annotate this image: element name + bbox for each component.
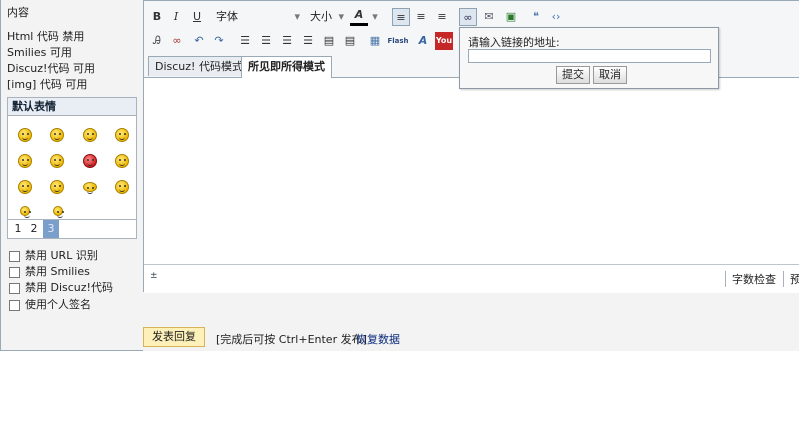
size-select[interactable]: 大小 ▾ <box>310 8 346 26</box>
checkbox-box[interactable] <box>9 266 20 278</box>
float-left-icon[interactable]: ▤ <box>320 32 338 50</box>
flash-button[interactable]: Flash <box>387 32 409 50</box>
remove-format-icon[interactable]: Ꭿ <box>148 32 166 50</box>
ctrl-enter-hint: [完成后可按 Ctrl+Enter 发布] <box>216 333 367 346</box>
resize-handle-icon[interactable]: ± <box>150 271 158 281</box>
word-count-button[interactable]: 字数检查 <box>725 271 776 287</box>
content-label: 内容 <box>7 6 29 19</box>
align-left-button[interactable]: ≡ <box>392 8 410 26</box>
unordered-list-icon[interactable]: ☰ <box>257 32 275 50</box>
link-url-label: 请输入链接的地址: <box>468 36 560 49</box>
chevron-down-icon: ▾ <box>294 10 300 23</box>
angry-smile-icon[interactable] <box>83 154 97 168</box>
link-popup: 请输入链接的地址: 提交 取消 <box>459 27 719 89</box>
align-center-button[interactable]: ≡ <box>412 8 430 26</box>
outdent-icon[interactable]: ☰ <box>278 32 296 50</box>
left-column: 内容 Html 代码 禁用 Smilies 可用 Discuz!代码 可用 [i… <box>1 0 141 320</box>
post-reply-button[interactable]: 发表回复 <box>143 327 205 347</box>
italic-button[interactable]: I <box>167 8 185 26</box>
undo-icon[interactable]: ↶ <box>190 32 208 50</box>
editor-textarea[interactable] <box>144 78 799 264</box>
tab-wysiwyg[interactable]: 所见即所得模式 <box>241 56 332 78</box>
link-icon[interactable]: ∞ <box>459 8 477 26</box>
bold-button[interactable]: B <box>148 8 166 26</box>
text-style-icon[interactable]: A <box>414 32 432 50</box>
smilies-status: Smilies 可用 <box>7 46 72 59</box>
html-code-status: Html 代码 禁用 <box>7 30 85 43</box>
use-signature-checkbox[interactable]: 使用个人签名 <box>9 296 91 312</box>
table-icon[interactable]: ▦ <box>366 32 384 50</box>
editor-statusbar: ± 字数检查 预 <box>144 264 799 293</box>
redo-icon[interactable]: ↷ <box>210 32 228 50</box>
checkbox-label: 禁用 Smilies <box>25 265 90 278</box>
restore-data-link[interactable]: 恢复数据 <box>356 331 400 347</box>
font-select-value: 字体 <box>216 10 238 23</box>
shock-smile-icon[interactable] <box>18 180 32 194</box>
checkbox-box[interactable] <box>9 250 20 262</box>
discuz-code-status: Discuz!代码 可用 <box>7 62 95 75</box>
small-smile-icon[interactable] <box>20 206 30 218</box>
cool-smile-icon[interactable] <box>50 128 64 142</box>
disable-url-checkbox[interactable]: 禁用 URL 识别 <box>9 247 98 263</box>
tab-discuz-code[interactable]: Discuz! 代码模式 <box>148 56 250 76</box>
page-3-link[interactable]: 3 <box>43 220 59 238</box>
nerd-smile-icon[interactable] <box>115 128 129 142</box>
checkbox-box[interactable] <box>9 299 20 311</box>
ordered-list-icon[interactable]: ☰ <box>236 32 254 50</box>
blush-smile-icon[interactable] <box>18 154 32 168</box>
align-right-button[interactable]: ≡ <box>433 8 451 26</box>
code-icon[interactable]: ‹› <box>547 8 565 26</box>
checkbox-label: 使用个人签名 <box>25 298 91 311</box>
smile-icon[interactable] <box>18 128 32 142</box>
img-code-status: [img] 代码 可用 <box>7 78 88 91</box>
underline-button[interactable]: U <box>188 8 206 26</box>
neutral-smile-icon[interactable] <box>83 128 97 142</box>
smilies-pager: 1 2 3 <box>8 219 136 238</box>
tiny-smile-icon[interactable] <box>53 206 63 218</box>
page-2-link[interactable]: 2 <box>26 220 42 238</box>
page-1-link[interactable]: 1 <box>10 220 26 238</box>
submit-link-button[interactable]: 提交 <box>556 66 590 84</box>
link-url-input[interactable] <box>468 49 711 63</box>
size-select-value: 大小 <box>310 10 332 23</box>
bottom-bar: 发表回复 [完成后可按 Ctrl+Enter 发布] 恢复数据 <box>143 322 799 351</box>
checkbox-box[interactable] <box>9 282 20 294</box>
laugh-smile-icon[interactable] <box>50 180 64 194</box>
smilies-grid <box>8 120 136 220</box>
disable-smilies-checkbox[interactable]: 禁用 Smilies <box>9 263 90 279</box>
chevron-down-icon[interactable]: ▾ <box>370 8 380 26</box>
checkbox-label: 禁用 Discuz!代码 <box>25 281 113 294</box>
sleepy-smile-icon[interactable] <box>83 182 97 194</box>
cancel-link-button[interactable]: 取消 <box>593 66 627 84</box>
indent-icon[interactable]: ☰ <box>299 32 317 50</box>
youtube-icon[interactable]: You <box>435 32 453 50</box>
smilies-panel: 默认表情 1 2 3 <box>7 97 137 239</box>
image-icon[interactable]: ▣ <box>502 8 520 26</box>
talk-smile-icon[interactable] <box>115 154 129 168</box>
smilies-title: 默认表情 <box>8 98 136 116</box>
font-select[interactable]: 字体 ▾ <box>216 8 302 26</box>
grin-smile-icon[interactable] <box>50 154 64 168</box>
crying-smile-icon[interactable] <box>115 180 129 194</box>
font-color-button[interactable]: A <box>350 8 368 26</box>
float-right-icon[interactable]: ▤ <box>341 32 359 50</box>
unlink-icon[interactable]: ∞ <box>168 32 186 50</box>
email-icon[interactable]: ✉ <box>480 8 498 26</box>
chevron-down-icon: ▾ <box>338 10 344 23</box>
preview-button[interactable]: 预 <box>783 271 799 287</box>
quote-icon[interactable]: ❝ <box>527 8 545 26</box>
checkbox-label: 禁用 URL 识别 <box>25 249 98 262</box>
disable-discuz-code-checkbox[interactable]: 禁用 Discuz!代码 <box>9 279 113 295</box>
